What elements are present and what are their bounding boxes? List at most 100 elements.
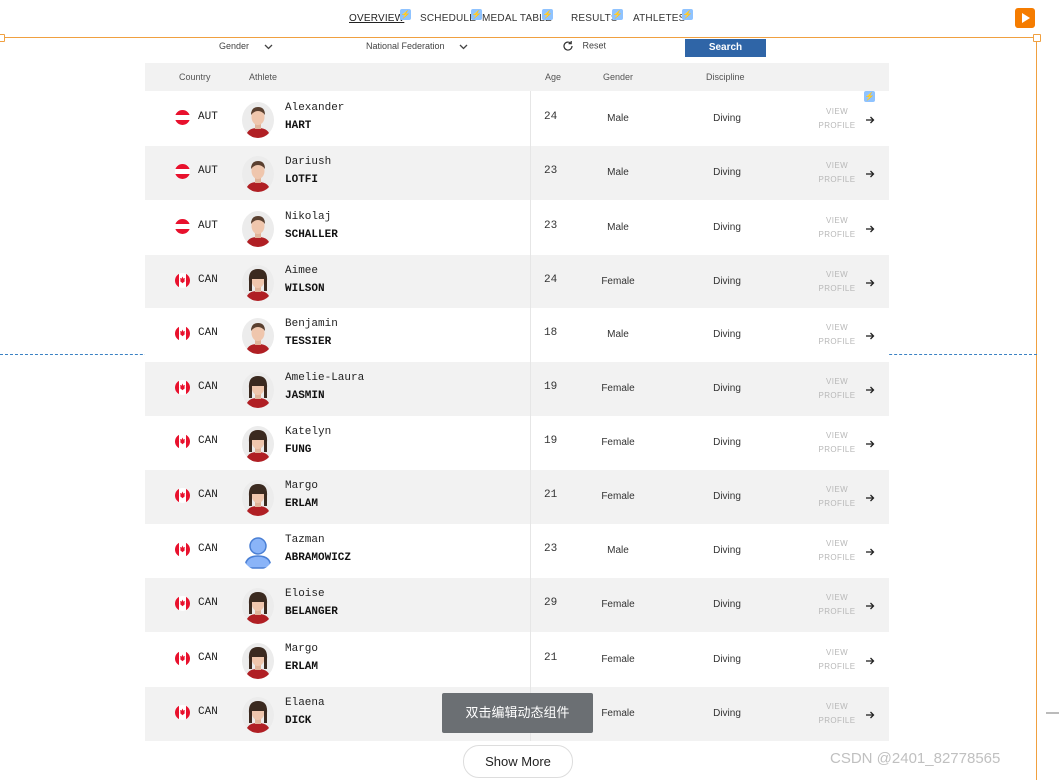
nav-results[interactable]: RESULTS <box>571 13 618 24</box>
athlete-discipline: Diving <box>713 167 741 178</box>
view-label: VIEW <box>825 593 849 602</box>
arrow-right-icon[interactable] <box>865 166 875 184</box>
resize-handle[interactable] <box>0 34 5 42</box>
arrow-right-icon[interactable] <box>865 436 875 454</box>
header-country: Country <box>179 72 211 82</box>
table-body: AUT Alexander HART 24 Male Diving VIEW PROFILE A… <box>145 91 889 741</box>
arrow-right-icon[interactable] <box>865 112 875 130</box>
nav-schedule[interactable]: SCHEDULE <box>420 13 476 24</box>
athlete-last-name: LOTFI <box>285 174 319 186</box>
federation-filter-label: National Federation <box>366 41 445 51</box>
athlete-photo <box>242 534 274 570</box>
table-row[interactable]: CAN Tazman ABRAMOWICZ 23 Male Diving VIEW PROFI… <box>145 524 889 578</box>
view-profile-link[interactable]: VIEW PROFILE <box>815 700 859 728</box>
table-row[interactable]: CAN Benjamin TESSIER 18 Male Diving VIEW PROFIL… <box>145 308 889 362</box>
column-divider <box>530 632 531 687</box>
athlete-photo <box>242 426 274 462</box>
view-profile-link[interactable]: VIEW PROFILE <box>815 159 859 187</box>
canada-flag-icon <box>175 596 190 611</box>
table-row[interactable]: CAN Katelyn FUNG 19 Female Diving VIEW PROFILE <box>145 416 889 470</box>
table-row[interactable]: CAN Amelie-Laura JASMIN 19 Female Diving VIEW P… <box>145 362 889 416</box>
show-more-button[interactable]: Show More <box>463 745 573 778</box>
arrow-right-icon[interactable] <box>865 490 875 508</box>
view-label: VIEW <box>825 648 849 657</box>
refresh-icon <box>563 41 573 51</box>
athlete-first-name: Amelie-Laura <box>285 372 365 384</box>
gender-filter[interactable]: Gender <box>219 41 273 51</box>
table-row[interactable]: CAN Margo ERLAM 21 Female Diving VIEW PROFILE <box>145 470 889 524</box>
view-profile-link[interactable]: VIEW PROFILE <box>815 646 859 674</box>
view-profile-link[interactable]: VIEW PROFILE <box>815 429 859 457</box>
athlete-age: 23 <box>544 220 558 232</box>
column-divider <box>530 255 531 308</box>
chevron-down-icon <box>459 44 468 50</box>
canada-flag-icon <box>175 542 190 557</box>
table-row[interactable]: CAN Aimee WILSON 24 Female Diving VIEW PROFILE <box>145 255 889 308</box>
country-code: AUT <box>198 220 218 232</box>
athlete-first-name: Katelyn <box>285 426 332 438</box>
federation-filter[interactable]: National Federation <box>366 41 468 51</box>
athlete-last-name: ERLAM <box>285 498 319 510</box>
athlete-first-name: Elaena <box>285 697 325 709</box>
athlete-gender: Male <box>607 329 629 340</box>
athlete-age: 23 <box>544 165 558 177</box>
arrow-right-icon[interactable] <box>865 598 875 616</box>
profile-label: PROFILE <box>818 230 856 239</box>
column-divider <box>530 200 531 255</box>
resize-handle[interactable] <box>1033 34 1041 42</box>
reset-button[interactable]: Reset <box>562 40 606 52</box>
canada-flag-icon <box>175 326 190 341</box>
nav-overview[interactable]: OVERVIEW <box>349 13 404 24</box>
column-divider <box>530 470 531 524</box>
view-profile-link[interactable]: VIEW PROFILE <box>815 321 859 349</box>
view-profile-link[interactable]: VIEW PROFILE <box>815 375 859 403</box>
arrow-right-icon[interactable] <box>865 221 875 239</box>
country-code: CAN <box>198 435 218 447</box>
view-profile-link[interactable]: VIEW PROFILE <box>815 105 859 133</box>
table-row[interactable]: AUT Dariush LOTFI 23 Male Diving VIEW PROFILE <box>145 146 889 200</box>
view-label: VIEW <box>825 216 849 225</box>
arrow-right-icon[interactable] <box>865 275 875 293</box>
athlete-discipline: Diving <box>713 276 741 287</box>
view-profile-link[interactable]: VIEW PROFILE <box>815 591 859 619</box>
table-row[interactable]: AUT Alexander HART 24 Male Diving VIEW PROFILE <box>145 91 889 146</box>
reset-label: Reset <box>582 40 607 51</box>
athlete-first-name: Aimee <box>285 265 319 277</box>
profile-label: PROFILE <box>818 337 856 346</box>
search-button[interactable]: Search <box>685 39 766 57</box>
athlete-discipline: Diving <box>713 383 741 394</box>
athlete-gender: Male <box>607 113 629 124</box>
canada-flag-icon <box>175 434 190 449</box>
arrow-right-icon[interactable] <box>865 328 875 346</box>
arrow-right-icon[interactable] <box>865 382 875 400</box>
play-icon[interactable] <box>1015 8 1035 28</box>
view-profile-link[interactable]: VIEW PROFILE <box>815 214 859 242</box>
arrow-right-icon[interactable] <box>865 653 875 671</box>
athlete-last-name: ERLAM <box>285 661 319 673</box>
country-code: AUT <box>198 111 218 123</box>
table-row[interactable]: CAN Eloise BELANGER 29 Female Diving VIEW PROFI… <box>145 578 889 632</box>
view-profile-link[interactable]: VIEW PROFILE <box>815 268 859 296</box>
view-profile-link[interactable]: VIEW PROFILE <box>815 483 859 511</box>
header-gender: Gender <box>603 72 634 82</box>
athlete-last-name: DICK <box>285 715 312 727</box>
athlete-gender: Female <box>601 491 635 502</box>
table-row[interactable]: AUT Nikolaj SCHALLER 23 Male Diving VIEW PROFIL… <box>145 200 889 255</box>
view-label: VIEW <box>825 270 849 279</box>
athlete-discipline: Diving <box>713 599 741 610</box>
arrow-right-icon[interactable] <box>865 707 875 725</box>
view-profile-link[interactable]: VIEW PROFILE <box>815 537 859 565</box>
selection-border-right <box>1036 37 1037 780</box>
lightning-icon: ⚡ <box>400 9 411 20</box>
arrow-right-icon[interactable] <box>865 544 875 562</box>
nav-athletes[interactable]: ATHLETES <box>633 13 686 24</box>
view-label: VIEW <box>825 161 849 170</box>
profile-label: PROFILE <box>818 175 856 184</box>
profile-label: PROFILE <box>818 445 856 454</box>
athlete-first-name: Margo <box>285 643 319 655</box>
athlete-gender: Male <box>607 167 629 178</box>
table-row[interactable]: CAN Margo ERLAM 21 Female Diving VIEW PROFILE <box>145 632 889 687</box>
country-code: CAN <box>198 381 218 393</box>
country-code: CAN <box>198 706 218 718</box>
athlete-photo <box>242 480 274 516</box>
